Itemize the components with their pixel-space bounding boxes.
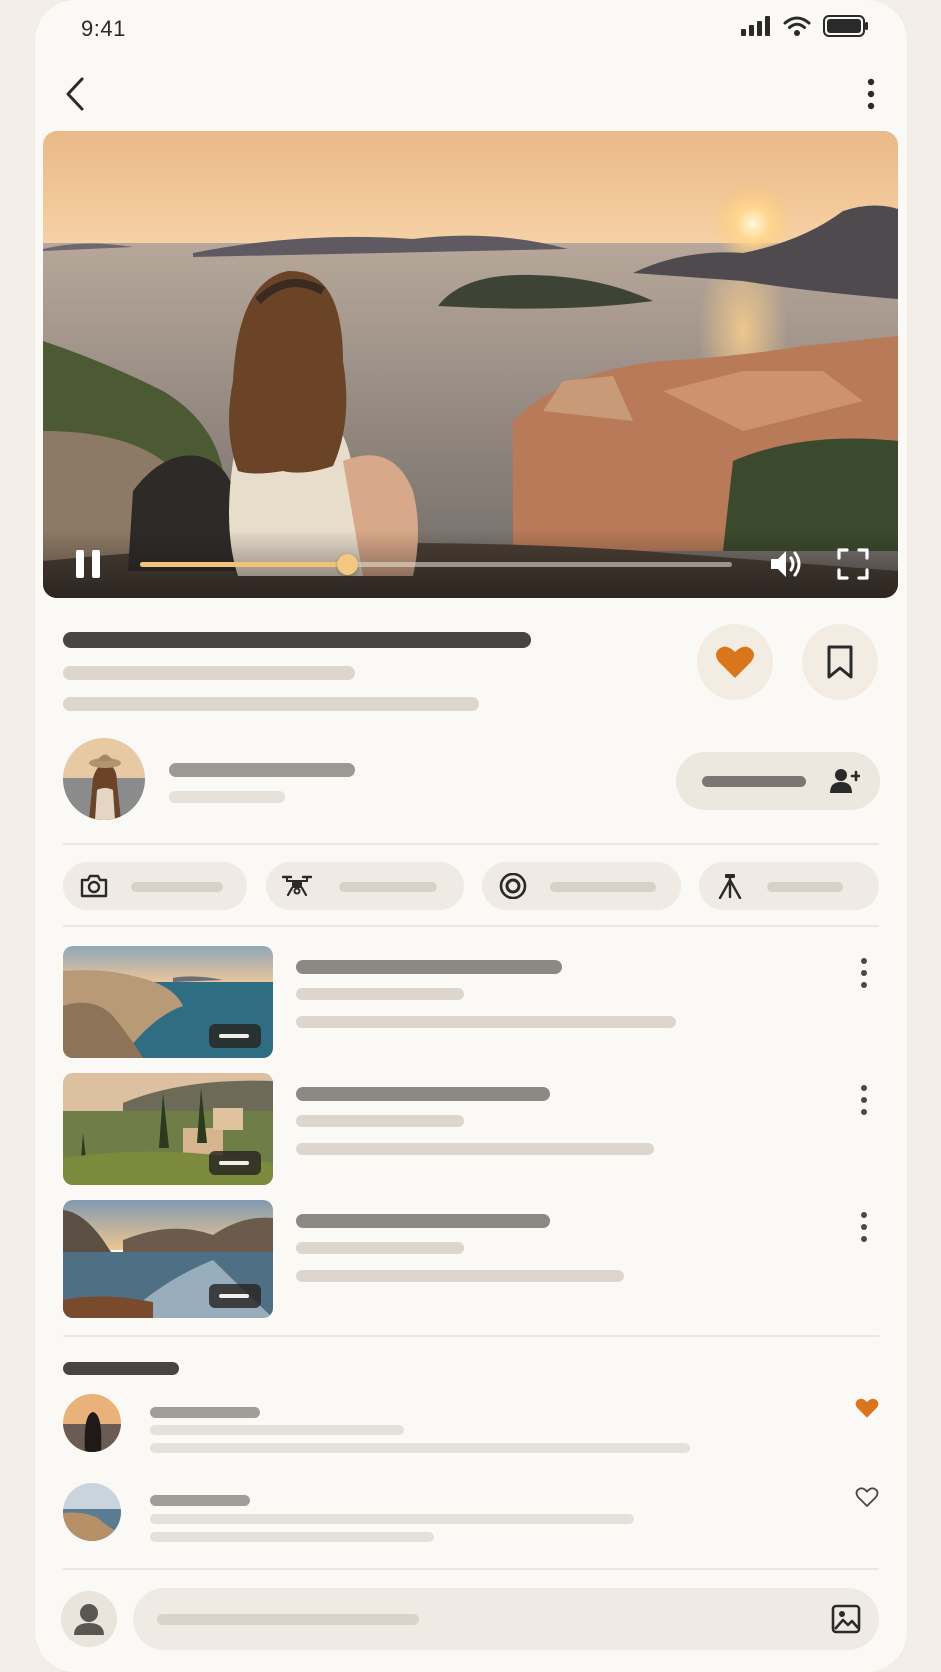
duration-badge [209,1284,261,1308]
divider [63,1568,879,1570]
comment-author [150,1495,250,1506]
item-meta [296,1270,624,1282]
commenter-photo [63,1394,121,1452]
chevron-left-icon [66,77,84,111]
item-subtitle [296,1115,464,1127]
wifi-icon [783,16,811,36]
status-icons [741,15,869,37]
like-button[interactable] [697,624,773,700]
more-vertical-icon[interactable] [857,1083,871,1117]
list-item[interactable] [63,1073,879,1185]
follow-label [702,776,806,787]
video-thumbnail[interactable] [63,1073,273,1185]
heart-icon [716,646,754,678]
more-vertical-icon[interactable] [857,956,871,990]
video-thumbnail[interactable] [63,946,273,1058]
chip-tripod[interactable] [699,862,879,910]
commenter-avatar[interactable] [63,1394,121,1452]
more-options-button[interactable] [859,72,883,116]
video-player[interactable] [43,131,898,598]
video-progress-bar[interactable] [140,554,732,575]
list-item[interactable] [63,1200,879,1318]
current-user-avatar [61,1591,117,1647]
lens-icon [499,873,527,899]
phone-screen: 9:41 [35,0,907,1672]
author-avatar[interactable] [63,738,145,820]
item-title [296,1214,550,1228]
video-progress-fill [140,562,348,567]
chip-label [131,882,223,892]
item-meta [296,1143,654,1155]
pause-icon [76,550,100,578]
author-name [169,763,355,777]
fullscreen-icon [837,548,869,580]
video-controls [43,530,898,598]
user-icon [74,1604,104,1635]
video-title [63,632,531,648]
drone-icon [282,875,312,897]
chip-label [550,882,656,892]
author-photo [63,738,145,820]
chip-label [767,882,843,892]
tripod-icon [718,874,742,899]
bookmark-icon [827,645,853,679]
comment-text [150,1514,634,1524]
heart-icon[interactable] [855,1397,879,1419]
chip-camera[interactable] [63,862,247,910]
commenter-photo [63,1483,121,1541]
duration-badge [209,1151,261,1175]
duration-badge [209,1024,261,1048]
video-frame [43,131,898,598]
follow-button[interactable] [676,752,880,810]
divider [63,1335,879,1337]
video-subtitle [63,666,355,680]
chip-lens[interactable] [482,862,681,910]
commenter-avatar[interactable] [63,1483,121,1541]
list-item[interactable] [63,946,879,1058]
heart-outline-icon[interactable] [855,1486,879,1508]
item-subtitle [296,988,464,1000]
comment-text [150,1425,404,1435]
author-followers [169,791,285,803]
battery-icon [823,15,868,37]
comment-author [150,1407,260,1418]
chip-drone[interactable] [266,862,464,910]
item-title [296,960,562,974]
volume-button[interactable] [768,546,806,582]
more-vertical-icon[interactable] [857,1210,871,1244]
comments-heading [63,1362,179,1375]
status-time: 9:41 [81,16,126,41]
camera-icon [80,874,108,898]
back-button[interactable] [57,72,93,116]
comment-input-placeholder [157,1614,419,1625]
video-meta [63,697,479,711]
comment-text [150,1532,434,1542]
divider [63,925,879,927]
pause-button[interactable] [73,548,103,580]
add-user-icon [830,769,860,793]
fullscreen-button[interactable] [836,546,870,582]
volume-icon [771,551,801,577]
more-vertical-icon [867,78,875,110]
item-meta [296,1016,676,1028]
video-progress-handle[interactable] [337,554,359,575]
comment-text [150,1443,690,1453]
image-icon[interactable] [831,1604,861,1634]
chip-label [339,882,437,892]
bookmark-button[interactable] [802,624,878,700]
item-subtitle [296,1242,464,1254]
video-thumbnail[interactable] [63,1200,273,1318]
signal-icon [741,16,770,36]
divider [63,843,879,845]
item-title [296,1087,550,1101]
comment-input[interactable] [133,1588,879,1650]
